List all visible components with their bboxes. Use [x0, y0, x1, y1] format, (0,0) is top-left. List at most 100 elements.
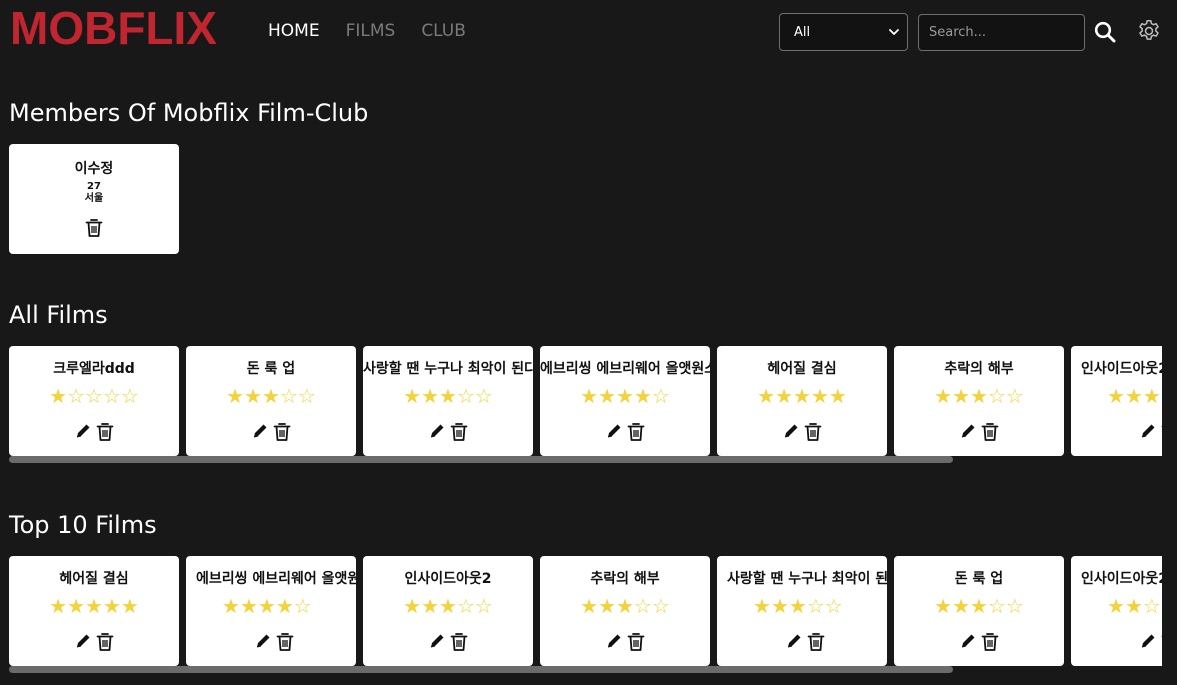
trash-icon[interactable] — [981, 632, 999, 652]
star-filled-icon: ★ — [439, 384, 457, 408]
trash-icon[interactable] — [804, 422, 822, 442]
trash-icon[interactable] — [273, 422, 291, 442]
star-empty-icon: ☆ — [1142, 594, 1161, 618]
star-filled-icon: ★ — [810, 384, 829, 408]
all-films-scrollbar[interactable] — [9, 456, 1162, 464]
star-filled-icon: ★ — [275, 594, 294, 618]
mobflix-logo[interactable]: MOBFLIX — [10, 2, 217, 54]
trash-icon[interactable] — [276, 632, 294, 652]
film-title: 에브리씽 에브리웨어 올앳원스 — [540, 361, 710, 377]
trash-icon[interactable] — [1161, 422, 1162, 442]
nav-films[interactable]: FILMS — [346, 20, 396, 42]
trash-icon[interactable] — [85, 218, 103, 238]
pencil-icon[interactable] — [251, 422, 269, 442]
film-card[interactable]: 에브리씽 에브리웨어 올앳원스 ★★★★☆ — [186, 556, 356, 666]
star-filled-icon: ★ — [239, 594, 258, 618]
pencil-icon[interactable] — [428, 422, 446, 442]
search-icon[interactable] — [1093, 20, 1117, 44]
star-empty-icon: ☆ — [806, 594, 825, 618]
pencil-icon[interactable] — [605, 632, 623, 652]
film-title: 돈 룩 업 — [246, 361, 296, 377]
film-card[interactable]: 헤어질 결심 ★★★★★ — [9, 556, 179, 666]
pencil-icon[interactable] — [254, 632, 272, 652]
trash-icon[interactable] — [807, 632, 825, 652]
category-filter-select[interactable]: All — [779, 13, 908, 51]
star-rating: ★★★☆☆ — [540, 594, 710, 618]
film-card[interactable]: 돈 룩 업 ★★★☆☆ — [186, 346, 356, 456]
star-empty-icon: ☆ — [651, 384, 670, 408]
top-films-row[interactable]: 헤어질 결심 ★★★★★ 에브리씽 에브리웨어 올앳원스 ★★★★☆ 인사이드아웃2 ★★… — [9, 556, 1162, 666]
star-filled-icon: ★ — [970, 384, 988, 408]
trash-icon[interactable] — [96, 422, 114, 442]
star-filled-icon: ★ — [49, 594, 68, 618]
star-empty-icon: ☆ — [102, 384, 121, 408]
film-card[interactable]: 사랑할 땐 누구나 최악이 된다 ★★★☆☆ — [363, 346, 533, 456]
trash-icon[interactable] — [450, 422, 468, 442]
star-empty-icon: ☆ — [120, 384, 139, 408]
film-card[interactable]: 돈 룩 업 ★★★☆☆ — [894, 556, 1064, 666]
star-filled-icon: ★ — [102, 594, 121, 618]
pencil-icon[interactable] — [428, 632, 446, 652]
star-filled-icon: ★ — [775, 384, 794, 408]
pencil-icon[interactable] — [1139, 422, 1157, 442]
star-filled-icon: ★ — [262, 384, 280, 408]
star-empty-icon: ☆ — [1005, 384, 1024, 408]
film-title: 에브리씽 에브리웨어 올앳원스 — [196, 571, 356, 587]
film-title: 사랑할 땐 누구나 최악이 된다 — [363, 361, 533, 377]
film-actions — [363, 422, 533, 442]
trash-icon[interactable] — [450, 632, 468, 652]
star-empty-icon: ☆ — [824, 594, 843, 618]
film-card[interactable]: 인사이드아웃2★★★☆☆ — [363, 556, 533, 666]
film-card[interactable]: 인사이드아웃2★★★☆☆ — [1071, 346, 1162, 456]
trash-icon[interactable] — [627, 632, 645, 652]
pencil-icon[interactable] — [74, 632, 92, 652]
film-card[interactable]: 인사이드아웃2★★☆☆☆ — [1071, 556, 1162, 666]
star-filled-icon: ★ — [580, 384, 599, 408]
film-actions — [540, 632, 710, 652]
gear-icon[interactable] — [1136, 18, 1162, 44]
trash-icon[interactable] — [627, 422, 645, 442]
scrollbar-thumb[interactable] — [9, 456, 953, 463]
star-filled-icon: ★ — [222, 594, 240, 618]
star-empty-icon: ☆ — [456, 384, 475, 408]
pencil-icon[interactable] — [605, 422, 623, 442]
star-empty-icon: ☆ — [279, 384, 298, 408]
nav-home[interactable]: HOME — [268, 20, 320, 42]
film-title: 인사이드아웃2 — [1081, 571, 1162, 587]
star-filled-icon: ★ — [770, 594, 789, 618]
pencil-icon[interactable] — [959, 422, 977, 442]
star-filled-icon: ★ — [934, 384, 953, 408]
star-empty-icon: ☆ — [474, 384, 493, 408]
pencil-icon[interactable] — [785, 632, 803, 652]
star-empty-icon: ☆ — [1005, 594, 1024, 618]
all-films-row[interactable]: 크루엘라ddd ★☆☆☆☆ 돈 룩 업 ★★★☆☆ 사랑할 땐 누구나 최악이 된다 ★★… — [9, 346, 1162, 456]
film-actions — [363, 632, 533, 652]
star-filled-icon: ★ — [1107, 594, 1125, 618]
search-input[interactable] — [918, 14, 1085, 51]
film-card[interactable]: 추락의 해부 ★★★☆☆ — [894, 346, 1064, 456]
top-films-scrollbar[interactable] — [9, 666, 1162, 674]
scrollbar-thumb[interactable] — [9, 666, 953, 673]
trash-icon[interactable] — [96, 632, 114, 652]
film-title: 크루엘라ddd — [53, 361, 135, 377]
film-card[interactable]: 에브리씽 에브리웨어 올앳원스 ★★★★☆ — [540, 346, 710, 456]
pencil-icon[interactable] — [959, 632, 977, 652]
pencil-icon[interactable] — [74, 422, 92, 442]
star-filled-icon: ★ — [421, 594, 440, 618]
film-card[interactable]: 사랑할 땐 누구나 최악이 된다 ★★★☆☆ — [717, 556, 887, 666]
star-empty-icon: ☆ — [293, 594, 312, 618]
star-filled-icon: ★ — [633, 384, 652, 408]
film-title: 헤어질 결심 — [767, 361, 837, 377]
main-nav: HOME FILMS CLUB — [268, 20, 466, 42]
pencil-icon[interactable] — [1139, 632, 1157, 652]
film-card[interactable]: 헤어질 결심 ★★★★★ — [717, 346, 887, 456]
pencil-icon[interactable] — [782, 422, 800, 442]
trash-icon[interactable] — [1161, 632, 1162, 652]
film-card[interactable]: 크루엘라ddd ★☆☆☆☆ — [9, 346, 179, 456]
film-card[interactable]: 추락의 해부 ★★★☆☆ — [540, 556, 710, 666]
star-empty-icon: ☆ — [633, 594, 652, 618]
star-filled-icon: ★ — [580, 594, 599, 618]
trash-icon[interactable] — [981, 422, 999, 442]
star-filled-icon: ★ — [49, 384, 68, 408]
nav-club[interactable]: CLUB — [421, 20, 466, 42]
